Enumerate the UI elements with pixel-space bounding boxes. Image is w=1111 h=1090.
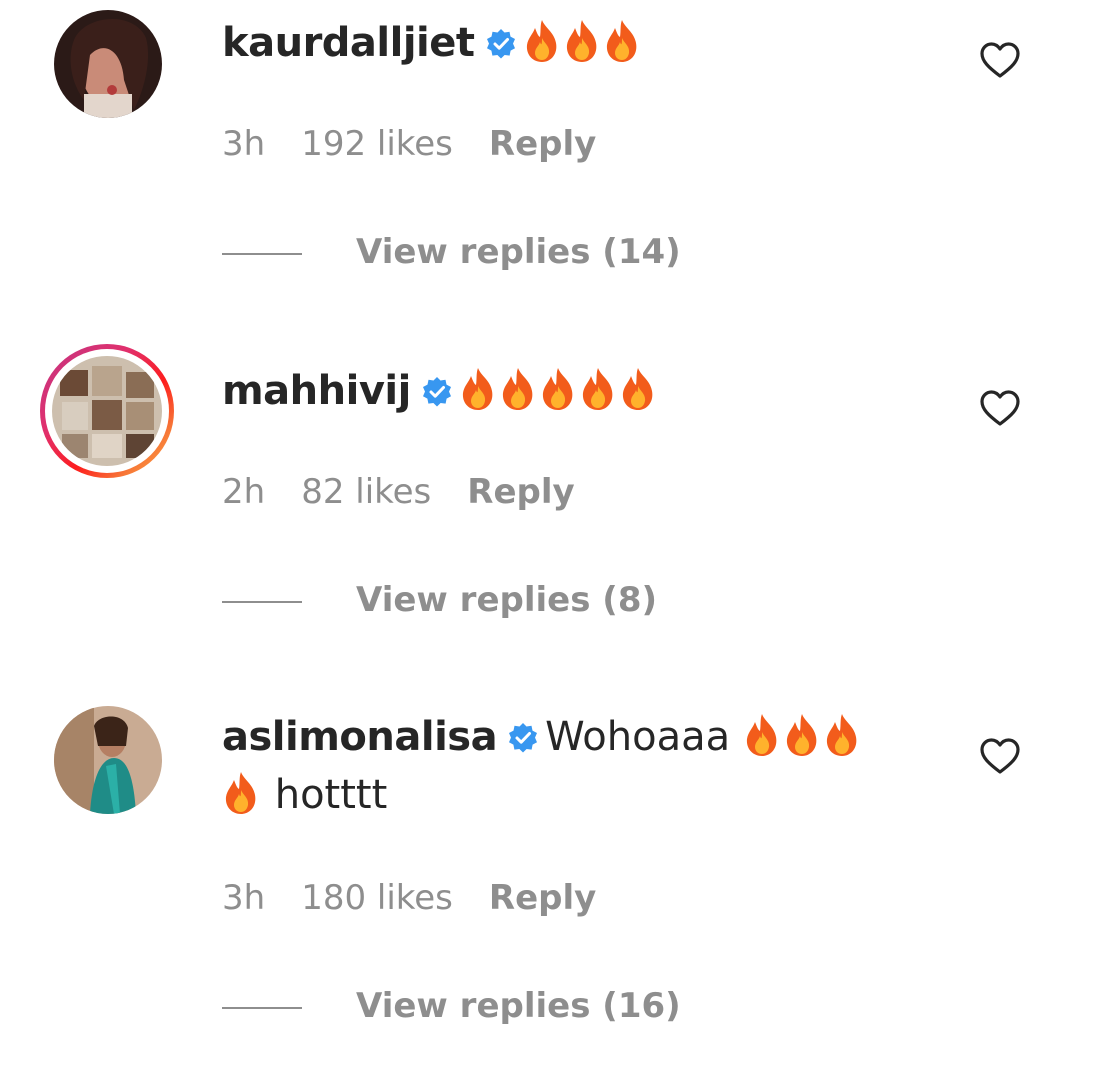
comment-username[interactable]: aslimonalisa	[222, 714, 498, 760]
comment-username[interactable]: mahhivij	[222, 368, 411, 414]
view-replies-button[interactable]: View replies (8)	[222, 580, 657, 620]
comment-text: Wohoaaa	[545, 714, 731, 760]
reply-button[interactable]: Reply	[489, 124, 596, 164]
view-replies-label: View replies (14)	[356, 232, 681, 272]
comment-body: aslimonalisa Wohoaaa hotttt	[222, 708, 942, 824]
comment-likes[interactable]: 180 likes	[301, 878, 453, 918]
comment-body: kaurdalljiet	[222, 14, 942, 72]
heart-outline-icon[interactable]	[978, 40, 1022, 80]
reply-button[interactable]: Reply	[489, 878, 596, 918]
heart-outline-icon[interactable]	[978, 736, 1022, 776]
comment-body: mahhivij	[222, 362, 942, 420]
fire-emoji	[619, 366, 657, 412]
comment-time: 3h	[222, 124, 266, 164]
avatar-story-ring[interactable]	[40, 344, 174, 478]
fire-emoji	[603, 18, 641, 64]
heart-outline-icon[interactable]	[978, 388, 1022, 428]
comment-time: 2h	[222, 472, 266, 512]
comment-text-continued: hotttt	[274, 772, 388, 818]
view-replies-label: View replies (8)	[356, 580, 658, 620]
comment-likes[interactable]: 192 likes	[301, 124, 453, 164]
avatar	[52, 356, 162, 466]
view-replies-button[interactable]: View replies (14)	[222, 232, 681, 272]
avatar[interactable]	[54, 10, 162, 118]
reply-button[interactable]: Reply	[467, 472, 574, 512]
divider-line	[222, 252, 302, 255]
comment-username[interactable]: kaurdalljiet	[222, 20, 475, 66]
verified-badge-icon	[485, 28, 517, 60]
divider-line	[222, 600, 302, 603]
avatar[interactable]	[54, 706, 162, 814]
divider-line	[222, 1006, 302, 1009]
fire-emoji	[499, 366, 537, 412]
comment-meta: 3h 192 likes Reply	[222, 124, 632, 164]
fire-emoji	[539, 366, 577, 412]
comment-likes[interactable]: 82 likes	[301, 472, 431, 512]
comment-meta: 3h 180 likes Reply	[222, 878, 632, 918]
fire-emoji	[563, 18, 601, 64]
fire-emoji	[743, 712, 781, 758]
verified-badge-icon	[421, 376, 453, 408]
fire-emoji	[783, 712, 821, 758]
comment-time: 3h	[222, 878, 266, 918]
fire-emoji-group	[459, 368, 659, 414]
view-replies-button[interactable]: View replies (16)	[222, 986, 681, 1026]
verified-badge-icon	[507, 722, 539, 754]
comment-meta: 2h 82 likes Reply	[222, 472, 611, 512]
fire-emoji	[823, 712, 861, 758]
fire-emoji	[523, 18, 561, 64]
view-replies-label: View replies (16)	[356, 986, 681, 1026]
fire-emoji	[459, 366, 497, 412]
fire-emoji-group	[743, 714, 863, 760]
fire-emoji	[579, 366, 617, 412]
fire-emoji	[222, 770, 260, 816]
fire-emoji-group	[523, 20, 643, 66]
